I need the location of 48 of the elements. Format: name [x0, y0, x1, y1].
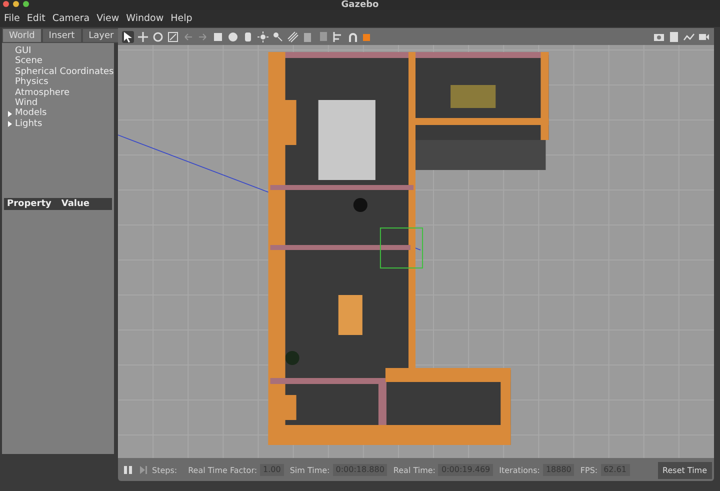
copy-icon[interactable] — [302, 30, 314, 42]
collapsed-arrow-icon[interactable] — [7, 121, 13, 128]
document-icon[interactable] — [668, 30, 680, 42]
align-icon[interactable] — [332, 30, 344, 42]
maximize-icon[interactable] — [23, 1, 29, 7]
sun-icon[interactable] — [257, 30, 269, 42]
field-label: Real Time: — [393, 466, 436, 474]
pause-icon[interactable] — [122, 464, 134, 476]
column-header: Property — [7, 199, 52, 209]
tab[interactable]: Layer — [82, 28, 121, 43]
column-header: Value — [61, 199, 90, 209]
tree-item[interactable]: Scene — [7, 56, 42, 67]
menu-item[interactable]: Camera — [52, 13, 90, 24]
tab[interactable]: World — [2, 28, 42, 43]
scale-icon[interactable] — [167, 30, 179, 42]
move-icon[interactable] — [137, 30, 149, 42]
menu-item[interactable]: Window — [126, 13, 164, 24]
spotlight-icon[interactable] — [272, 30, 284, 42]
menu-item[interactable]: File — [4, 13, 20, 24]
tree-item[interactable]: Lights — [15, 118, 42, 130]
tree-item[interactable]: Spherical Coordinates — [7, 66, 114, 78]
close-icon[interactable] — [3, 1, 9, 7]
magnet-icon[interactable] — [347, 30, 359, 42]
window-title: Gazebo — [341, 0, 379, 10]
minimize-icon[interactable] — [13, 1, 19, 7]
tree-item[interactable]: Atmosphere — [7, 88, 70, 98]
tree-item[interactable]: Models — [15, 108, 47, 119]
arrow-pointer-icon[interactable] — [122, 30, 134, 42]
reset-time-button[interactable]: Reset Time — [658, 462, 712, 478]
tree-item[interactable]: GUI — [7, 46, 32, 56]
tree-item[interactable]: Wind — [7, 98, 38, 108]
sphere-icon[interactable] — [227, 30, 239, 42]
field-label: Sim Time: — [290, 466, 330, 474]
cylinder-icon[interactable] — [242, 30, 254, 42]
box-icon[interactable] — [212, 30, 224, 42]
menu-item[interactable]: Help — [170, 13, 192, 24]
3d-viewport[interactable] — [118, 45, 714, 458]
rotate-icon[interactable] — [152, 30, 164, 42]
menu-item[interactable]: Edit — [26, 13, 46, 24]
field-label: Real Time Factor: — [188, 466, 258, 474]
tab[interactable]: Insert — [42, 28, 82, 43]
steps-label: Steps: — [152, 466, 178, 474]
tree-item[interactable]: Physics — [7, 77, 48, 88]
menu-item[interactable]: View — [96, 13, 120, 24]
diagonal-lines-icon[interactable] — [287, 30, 299, 42]
field-label: FPS: — [580, 466, 598, 474]
field-label: Iterations: — [499, 466, 540, 474]
collapsed-arrow-icon[interactable] — [7, 110, 13, 117]
